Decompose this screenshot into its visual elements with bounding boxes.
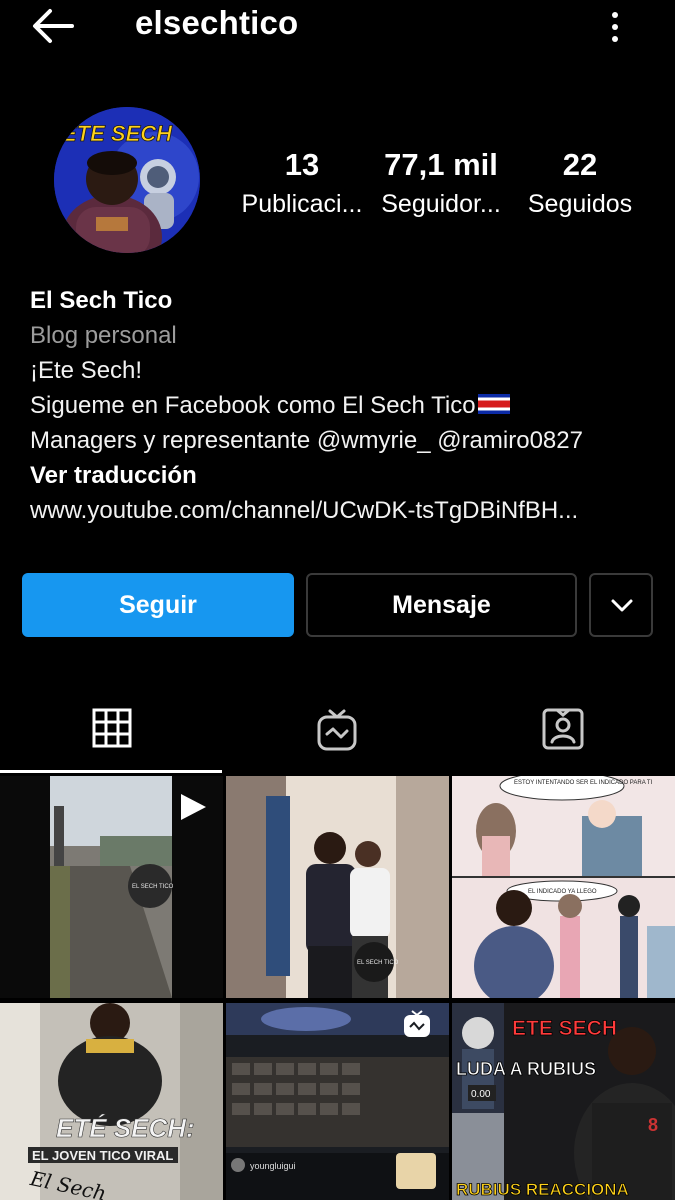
igtv-badge-icon: [404, 1010, 430, 1037]
back-arrow-icon[interactable]: [28, 6, 78, 46]
post3-top-caption: ESTOY INTENTANDO SER EL INDICADO PARA TI: [514, 780, 653, 786]
profile-username: elsechtico: [135, 4, 299, 41]
followers-stat[interactable]: 77,1 mil Seguidor...: [378, 146, 504, 222]
tagged-icon: [542, 708, 584, 750]
following-stat[interactable]: 22 Seguidos: [523, 146, 637, 222]
following-count: 22: [562, 147, 598, 182]
grid-icon: [92, 708, 132, 748]
post-thumbnail-1[interactable]: EL SECH TICO: [0, 776, 223, 998]
profile-bio: El Sech Tico Blog personal ¡Ete Sech! Si…: [30, 283, 650, 528]
video-play-icon: [181, 794, 206, 820]
tab-tagged[interactable]: [450, 700, 675, 770]
suggested-accounts-button[interactable]: [589, 573, 653, 637]
post3-mid-caption: EL INDICADO YA LLEGO: [528, 889, 597, 895]
post-thumbnail-3[interactable]: ESTOY INTENTANDO SER EL INDICADO PARA TI…: [452, 776, 675, 998]
tab-igtv[interactable]: [225, 700, 450, 770]
avatar-text: ETE SECH: [62, 121, 173, 146]
profile-tabs: [0, 700, 675, 773]
post4-headline: ETÉ SECH:: [56, 1113, 195, 1143]
posts-count: 13: [284, 147, 320, 182]
post6-line3: RUBIUS REACCIONA: [456, 1180, 629, 1199]
bio-line-3[interactable]: Managers y representante @wmyrie_ @ramir…: [30, 423, 650, 458]
posts-label: Publicaci...: [241, 190, 363, 218]
costa-rica-flag-icon: [477, 394, 510, 414]
display-name: El Sech Tico: [30, 287, 173, 314]
profile-avatar[interactable]: ETE SECH: [54, 107, 200, 253]
posts-stat[interactable]: 13 Publicaci...: [240, 146, 364, 222]
followers-count: 77,1 mil: [384, 147, 498, 182]
post2-watermark: EL SECH TICO: [357, 960, 399, 966]
message-button[interactable]: Mensaje: [306, 573, 577, 637]
post6-line2: LUDA A RUBIUS: [456, 1059, 596, 1079]
website-link[interactable]: www.youtube.com/channel/UCwDK-tsTgDBiNfB…: [30, 493, 650, 528]
following-label: Seguidos: [527, 190, 633, 218]
bio-line-2: Sigueme en Facebook como El Sech Tico: [30, 388, 650, 423]
post6-title: ETE SECH: [512, 1017, 617, 1040]
post-thumbnail-4[interactable]: ETÉ SECH: EL JOVEN TICO VIRAL El Sech: [0, 1003, 223, 1200]
active-tab-indicator: [0, 770, 222, 773]
igtv-icon: [317, 709, 357, 751]
bio-line-2-text: Sigueme en Facebook como El Sech Tico: [30, 392, 476, 419]
post1-watermark: EL SECH TICO: [132, 884, 174, 890]
profile-category: Blog personal: [30, 322, 177, 349]
posts-grid: EL SECH TICO EL SECH TICO ESTOY INTENTAN…: [0, 776, 675, 1200]
post5-comment-user: youngluigui: [250, 1161, 296, 1171]
see-translation-link[interactable]: Ver traducción: [30, 458, 650, 493]
post-thumbnail-5[interactable]: youngluigui: [226, 1003, 449, 1200]
followers-label: Seguidor...: [381, 190, 501, 218]
follow-button[interactable]: Seguir: [22, 573, 294, 637]
post-thumbnail-2[interactable]: EL SECH TICO: [226, 776, 449, 998]
post6-timer: 0.00: [471, 1089, 491, 1100]
post4-subhead: EL JOVEN TICO VIRAL: [32, 1148, 173, 1163]
more-options-icon[interactable]: [600, 8, 630, 44]
jersey-number: 8: [648, 1115, 658, 1135]
bio-line-1: ¡Ete Sech!: [30, 357, 143, 384]
chevron-down-icon: [611, 599, 633, 612]
tab-grid[interactable]: [0, 700, 225, 770]
post-thumbnail-6[interactable]: ETE SECH LUDA A RUBIUS 0.00 8 RUBIUS REA…: [452, 1003, 675, 1200]
top-bar: elsechtico: [0, 0, 675, 52]
